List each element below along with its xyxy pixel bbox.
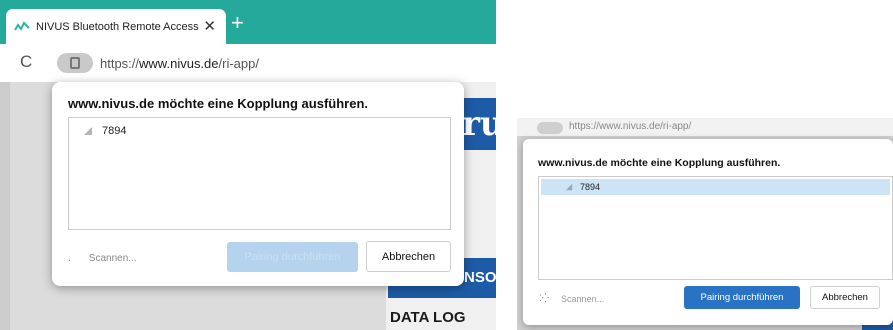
url-host: www.nivus.de bbox=[139, 56, 219, 71]
lock-icon bbox=[70, 57, 80, 69]
bluetooth-device-icon bbox=[565, 183, 573, 191]
address-bar: C https://www.nivus.de/ri-app/ bbox=[0, 44, 496, 82]
right-screenshot: https://www.nivus.de/ri-app/ www.nivus.d… bbox=[517, 118, 893, 330]
scan-status: ⁚⁛ Scannen... bbox=[539, 293, 604, 304]
scanning-spinner-icon: ⁚⁛ bbox=[539, 293, 550, 303]
address-bar-fragment: https://www.nivus.de/ri-app/ bbox=[517, 118, 893, 136]
site-info-button[interactable] bbox=[537, 122, 563, 134]
browser-tab[interactable]: NIVUS Bluetooth Remote Access ✕ bbox=[6, 9, 226, 44]
dialog-title: www.nivus.de möchte eine Kopplung ausfüh… bbox=[538, 157, 781, 169]
scan-status: . Scannen... bbox=[68, 253, 137, 264]
tab-title: NIVUS Bluetooth Remote Access bbox=[36, 20, 199, 33]
cancel-button[interactable]: Abbrechen bbox=[810, 286, 880, 309]
pairing-dialog: www.nivus.de möchte eine Kopplung ausfüh… bbox=[52, 82, 464, 286]
nivus-favicon-icon bbox=[14, 20, 30, 31]
url-field[interactable]: https://www.nivus.de/ri-app/ bbox=[100, 56, 259, 71]
device-list: 7894 bbox=[538, 176, 893, 280]
scanning-spinner-icon: . bbox=[68, 253, 71, 264]
bluetooth-device-icon bbox=[84, 127, 92, 135]
reload-icon[interactable]: C bbox=[20, 52, 32, 72]
pair-button[interactable]: Pairing durchführen bbox=[227, 242, 358, 272]
cancel-button[interactable]: Abbrechen bbox=[366, 241, 451, 272]
close-icon[interactable]: ✕ bbox=[203, 17, 216, 35]
page-left-edge bbox=[0, 82, 10, 330]
device-name: 7894 bbox=[102, 125, 127, 137]
device-name: 7894 bbox=[580, 182, 601, 192]
url-path: /ri-app/ bbox=[218, 56, 259, 71]
url-field[interactable]: https://www.nivus.de/ri-app/ bbox=[569, 121, 691, 132]
left-screenshot: NIVUS Bluetooth Remote Access ✕ + C http… bbox=[0, 0, 496, 330]
dialog-title: www.nivus.de möchte eine Kopplung ausfüh… bbox=[68, 96, 368, 111]
device-list-item[interactable]: 7894 bbox=[73, 122, 447, 140]
url-scheme: https:// bbox=[100, 56, 140, 71]
tab-strip: NIVUS Bluetooth Remote Access ✕ + bbox=[0, 0, 496, 44]
device-list-item-selected[interactable]: 7894 bbox=[541, 179, 890, 195]
pair-button[interactable]: Pairing durchführen bbox=[684, 286, 800, 309]
nivus-logo-fragment: ru bbox=[460, 98, 496, 150]
device-list: 7894 bbox=[68, 117, 451, 230]
pairing-dialog: www.nivus.de möchte eine Kopplung ausfüh… bbox=[523, 139, 893, 325]
data-log-heading: DATA LOG bbox=[390, 309, 466, 326]
scanning-label: Scannen... bbox=[88, 253, 137, 264]
scanning-label: Scannen... bbox=[561, 293, 605, 304]
site-info-button[interactable] bbox=[57, 53, 93, 73]
new-tab-icon[interactable]: + bbox=[231, 12, 244, 34]
